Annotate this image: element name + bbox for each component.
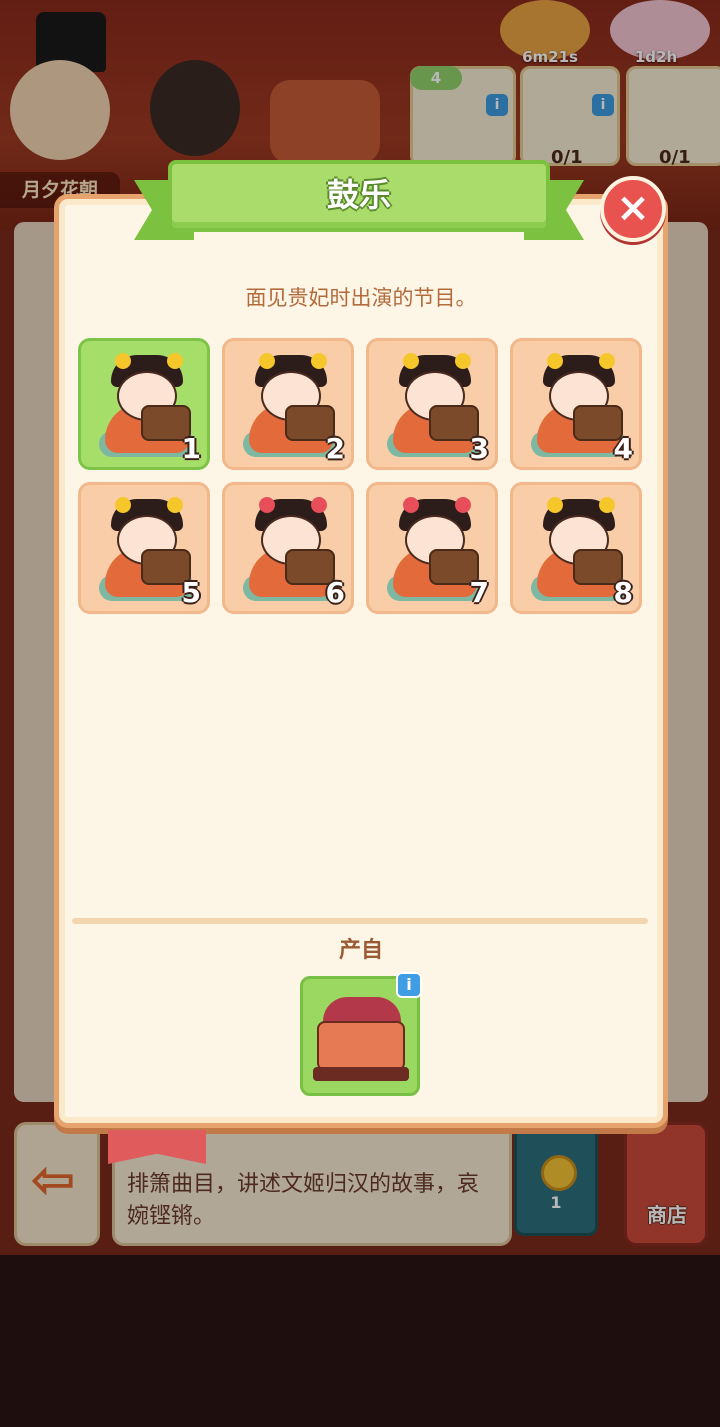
palanquin-icon: [317, 1021, 405, 1071]
item-level-number: 2: [325, 432, 345, 465]
item-cell-4[interactable]: 4: [510, 338, 642, 470]
flower-icon: [599, 353, 615, 369]
info-icon[interactable]: i: [396, 972, 422, 998]
close-icon[interactable]: ×: [600, 176, 666, 242]
item-cell-3[interactable]: 3: [366, 338, 498, 470]
banner-body: 鼓乐: [168, 160, 550, 232]
dialog-subtitle: 面见贵妃时出演的节目。: [245, 286, 477, 310]
item-cell-1[interactable]: 1: [78, 338, 210, 470]
flower-icon: [455, 497, 471, 513]
item-cell-8[interactable]: 8: [510, 482, 642, 614]
flower-icon: [115, 353, 131, 369]
flower-icon: [115, 497, 131, 513]
item-cell-2[interactable]: 2: [222, 338, 354, 470]
title-banner: 鼓乐: [134, 156, 584, 246]
divider: [72, 918, 648, 924]
flower-icon: [403, 353, 419, 369]
item-level-number: 7: [469, 576, 489, 609]
item-cell-6[interactable]: 6: [222, 482, 354, 614]
palanquin-base: [313, 1067, 409, 1081]
flower-icon: [455, 353, 471, 369]
flower-icon: [547, 353, 563, 369]
item-cell-7[interactable]: 7: [366, 482, 498, 614]
flower-icon: [167, 353, 183, 369]
item-level-number: 4: [613, 432, 633, 465]
flower-icon: [311, 497, 327, 513]
item-level-number: 1: [181, 432, 201, 465]
flower-icon: [599, 497, 615, 513]
dialog-title: 鼓乐: [326, 176, 391, 214]
item-level-number: 8: [613, 576, 633, 609]
flower-icon: [167, 497, 183, 513]
flower-icon: [259, 353, 275, 369]
flower-icon: [547, 497, 563, 513]
item-level-number: 5: [181, 576, 201, 609]
produce-label: 产自: [338, 938, 383, 963]
item-level-number: 3: [469, 432, 489, 465]
flower-icon: [259, 497, 275, 513]
item-level-number: 6: [325, 576, 345, 609]
item-cell-5[interactable]: 5: [78, 482, 210, 614]
flower-icon: [403, 497, 419, 513]
flower-icon: [311, 353, 327, 369]
